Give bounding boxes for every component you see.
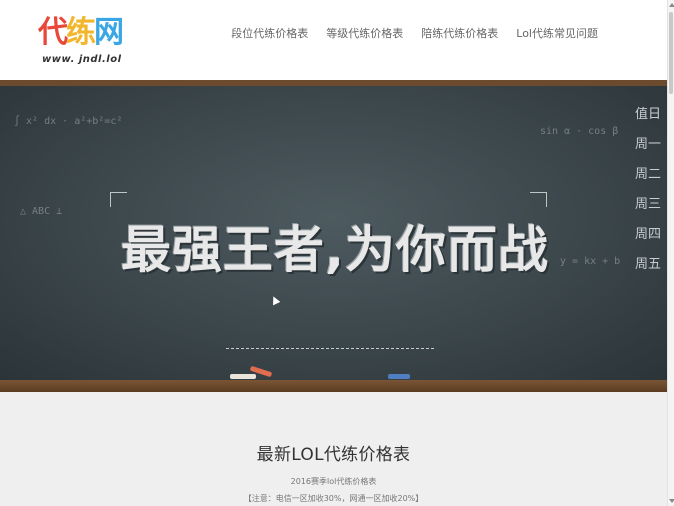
site-logo[interactable]: 代练网 www. jndl.lol (36, 14, 136, 74)
chalk-corner-mark (530, 192, 547, 207)
section-subtitle: 2016赛季lol代练价格表 (290, 477, 377, 486)
duty-roster-item: 周一 (635, 137, 662, 152)
price-section: 最新LOL代练价格表 2016赛季lol代练价格表 【注意：电信一区加收30%，… (0, 392, 667, 506)
scroll-down-icon[interactable] (669, 499, 674, 503)
chalk-dashed-line (226, 348, 434, 349)
logo-url: www. jndl.lol (42, 54, 122, 65)
main-nav: 段位代练价格表 等级代练价格表 陪练代练价格表 Lol代练常见问题 (222, 26, 607, 42)
logo-char-2: 练 (66, 15, 96, 50)
hero-slogan: 最强王者,为你而战 (121, 221, 549, 279)
scroll-up-icon[interactable] (669, 3, 674, 7)
chalk-corner-mark (110, 192, 127, 207)
site-header: 代练网 www. jndl.lol 段位代练价格表 等级代练价格表 陪练代练价格… (0, 0, 667, 80)
section-title: 最新LOL代练价格表 (256, 445, 411, 465)
chalkboard: ∫ x² dx · a²+b²=c² △ ABC ⊥ sin α · cos β… (0, 86, 667, 380)
chalk-scribble: y = kx + b (560, 256, 621, 267)
chalk-scribble: △ ABC ⊥ (20, 206, 63, 217)
blue-chalk (388, 374, 410, 379)
logo-char-1: 代 (38, 15, 68, 50)
logo-char-3: 网 (94, 15, 124, 50)
nav-level-price[interactable]: 等级代练价格表 (317, 26, 412, 42)
nav-faq[interactable]: Lol代练常见问题 (507, 26, 607, 42)
duty-roster-item: 值日 (635, 107, 662, 122)
duty-roster-item: 周三 (635, 197, 662, 212)
chalkboard-frame (0, 380, 667, 392)
nav-rank-price[interactable]: 段位代练价格表 (222, 26, 317, 42)
page-scrollbar[interactable] (667, 0, 674, 506)
chalk-scribble: sin α · cos β (540, 126, 619, 137)
scroll-thumb[interactable] (669, 12, 673, 94)
section-note: 【注意：电信一区加收30%，网通一区加收20%】 (243, 494, 424, 503)
duty-roster-item: 周二 (635, 167, 662, 182)
chalk-scribble: ∫ x² dx · a²+b²=c² (14, 116, 123, 127)
nav-coach-price[interactable]: 陪练代练价格表 (412, 26, 507, 42)
hero-banner: ∫ x² dx · a²+b²=c² △ ABC ⊥ sin α · cos β… (0, 80, 667, 392)
white-chalk (230, 374, 256, 379)
duty-roster-item: 周四 (635, 227, 662, 242)
duty-roster-item: 周五 (635, 257, 662, 272)
logo-text: 代练网 (38, 14, 124, 52)
duty-roster: 值日 周一 周二 周三 周四 周五 (635, 100, 661, 280)
